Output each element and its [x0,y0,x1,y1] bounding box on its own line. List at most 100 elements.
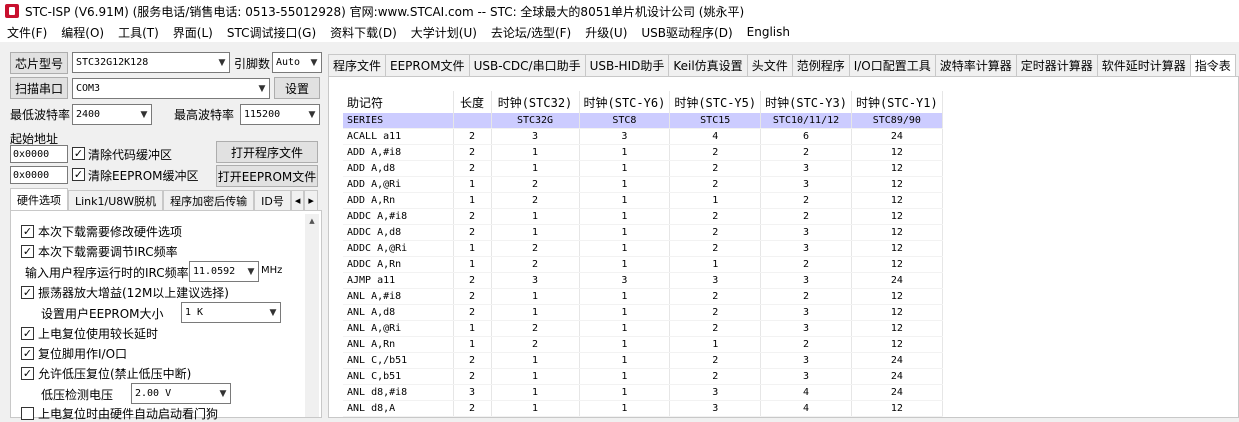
main-tab[interactable]: USB-CDC/串口助手 [468,54,586,76]
oscillator-gain-checkbox[interactable]: ✓ [21,286,34,299]
table-cell: 12 [851,288,943,305]
table-row[interactable]: ANL A,d8 2 1 1 2 3 12 [343,304,943,321]
tab-scroll-left-icon[interactable]: ◂ [290,190,305,210]
table-cell: 3 [760,240,852,257]
table-row[interactable]: ANL A,Rn 1 2 1 1 2 12 [343,336,943,353]
min-baud-select[interactable]: 2400 ▼ [72,104,152,125]
main-tab[interactable]: Keil仿真设置 [668,54,748,76]
chevron-down-icon: ▼ [258,83,266,94]
menu-item[interactable]: 升级(U) [578,24,634,41]
tab-hardware-options[interactable]: 硬件选项 [10,188,68,210]
hw-scrollbar[interactable]: ▲ [305,214,319,417]
table-row[interactable]: ANL C,/b51 2 1 1 2 3 24 [343,352,943,369]
tab-scroll-right-icon[interactable]: ▸ [304,190,318,210]
eeprom-size-select[interactable]: 1 K ▼ [181,302,281,323]
table-row[interactable]: ANL d8,A 2 1 1 3 4 12 [343,400,943,417]
menu-item[interactable]: 工具(T) [111,24,166,41]
settings-button[interactable]: 设置 [274,77,320,99]
chip-model-button[interactable]: 芯片型号 [10,52,68,74]
table-row[interactable]: ADDC A,Rn 1 2 1 1 2 12 [343,256,943,273]
column-header[interactable]: 时钟(STC-Y5) [669,91,762,113]
column-header[interactable]: 时钟(STC-Y1) [851,91,943,113]
reset-pin-io-checkbox[interactable]: ✓ [21,347,34,360]
column-header[interactable]: 长度 [453,91,492,113]
table-cell: 1 [579,208,671,225]
pin-count-select[interactable]: Auto ▼ [272,52,322,73]
clear-eeprom-checkbox[interactable]: ✓ [72,168,85,181]
table-cell: 12 [851,320,943,337]
table-cell: 2 [669,160,762,177]
open-eeprom-file-button[interactable]: 打开EEPROM文件 [216,165,318,187]
main-tab[interactable]: 范例程序 [791,54,850,76]
menu-item[interactable]: STC调试接口(G) [220,24,323,41]
eeprom-size-label: 设置用户EEPROM大小 [41,307,164,321]
main-tab[interactable]: USB-HID助手 [584,54,670,76]
tab-encrypted-transfer[interactable]: 程序加密后传输 [163,190,255,210]
menu-item[interactable]: English [740,25,797,39]
main-tab[interactable]: 头文件 [746,54,793,76]
scroll-up-icon[interactable]: ▲ [305,214,319,228]
start-address-input-2[interactable]: 0x0000 [10,166,68,184]
table-cell: ANL d8,A [343,400,454,417]
start-address-input-1[interactable]: 0x0000 [10,145,68,163]
table-row[interactable]: ADD A,Rn 1 2 1 1 2 12 [343,192,943,209]
menu-item[interactable]: 大学计划(U) [404,24,484,41]
menu-item[interactable]: 编程(O) [54,24,111,41]
irc-frequency-select[interactable]: 11.0592 ▼ [189,261,259,282]
low-voltage-select[interactable]: 2.00 V ▼ [131,383,231,404]
column-header[interactable]: 时钟(STC-Y3) [760,91,852,113]
main-tab[interactable]: 波特率计算器 [934,54,1017,76]
main-tab[interactable]: I/O口配置工具 [848,54,936,76]
com-port-select[interactable]: COM3 ▼ [72,78,270,99]
table-cell: 3 [579,128,671,145]
table-row[interactable]: ANL d8,#i8 3 1 1 3 4 24 [343,384,943,401]
table-cell: 1 [579,400,671,417]
tab-id-number[interactable]: ID号 [254,190,291,210]
table-row[interactable]: ADDC A,@Ri 1 2 1 2 3 12 [343,240,943,257]
table-row[interactable]: ADDC A,#i8 2 1 1 2 2 12 [343,208,943,225]
main-tab[interactable]: EEPROM文件 [385,54,470,76]
table-row[interactable]: ANL A,#i8 2 1 1 2 2 12 [343,288,943,305]
main-tab[interactable]: 定时器计算器 [1015,54,1098,76]
tab-link1-offline[interactable]: Link1/U8W脱机 [68,190,164,210]
menu-item[interactable]: 界面(L) [166,24,220,41]
adjust-irc-checkbox[interactable]: ✓ [21,245,34,258]
main-tab[interactable]: 程序文件 [328,54,387,76]
table-row[interactable]: ADD A,@Ri 1 2 1 2 3 12 [343,176,943,193]
low-voltage-label: 低压检测电压 [41,388,114,402]
table-row[interactable]: ACALL a11 2 3 3 4 6 24 [343,128,943,145]
chip-model-select[interactable]: STC32G12K128 ▼ [72,52,230,73]
table-row[interactable]: ADD A,d8 2 1 1 2 3 12 [343,160,943,177]
table-row[interactable]: ANL C,b51 2 1 1 2 3 24 [343,368,943,385]
scan-port-button[interactable]: 扫描串口 [10,77,68,99]
table-row[interactable]: ANL A,@Ri 1 2 1 2 3 12 [343,320,943,337]
series-row[interactable]: SERIES STC32G STC8 STC15 STC10/11/12 STC89/90 [343,113,943,129]
menu-item[interactable]: 去论坛/选型(F) [484,24,578,41]
menu-item[interactable]: 文件(F) [0,24,54,41]
eeprom-size-value: 1 K [185,307,204,318]
auto-watchdog-checkbox[interactable] [21,407,34,420]
table-cell: 12 [851,160,943,177]
table-cell: ANL C,b51 [343,368,454,385]
low-voltage-reset-label: 允许低压复位(禁止低压中断) [38,367,192,381]
table-cell: 2 [453,160,492,177]
table-row[interactable]: AJMP a11 2 3 3 3 3 24 [343,272,943,289]
long-reset-delay-checkbox[interactable]: ✓ [21,327,34,340]
main-tabs: 程序文件 EEPROM文件 USB-CDC/串口助手 USB-HID助手 Keil仿真设… [328,54,1236,76]
max-baud-select[interactable]: 115200 ▼ [240,104,320,125]
low-voltage-reset-checkbox[interactable]: ✓ [21,367,34,380]
main-tab[interactable]: 软件延时计算器 [1096,54,1191,76]
column-header[interactable]: 时钟(STC-Y6) [579,91,671,113]
column-header[interactable]: 时钟(STC32) [491,91,580,113]
modify-hw-checkbox[interactable]: ✓ [21,225,34,238]
table-row[interactable]: ADDC A,d8 2 1 1 2 3 12 [343,224,943,241]
table-row[interactable]: ADD A,#i8 2 1 1 2 2 12 [343,144,943,161]
column-header[interactable]: 助记符 [343,91,454,113]
clear-code-checkbox[interactable]: ✓ [72,147,85,160]
main-tab[interactable]: 指令表 [1189,54,1236,76]
table-cell: 2 [491,192,580,209]
hw-option-row: 输入用户程序运行时的IRC频率 [25,264,189,281]
menu-item[interactable]: 资料下载(D) [323,24,404,41]
menu-item[interactable]: USB驱动程序(D) [634,24,739,41]
open-program-file-button[interactable]: 打开程序文件 [216,141,318,163]
